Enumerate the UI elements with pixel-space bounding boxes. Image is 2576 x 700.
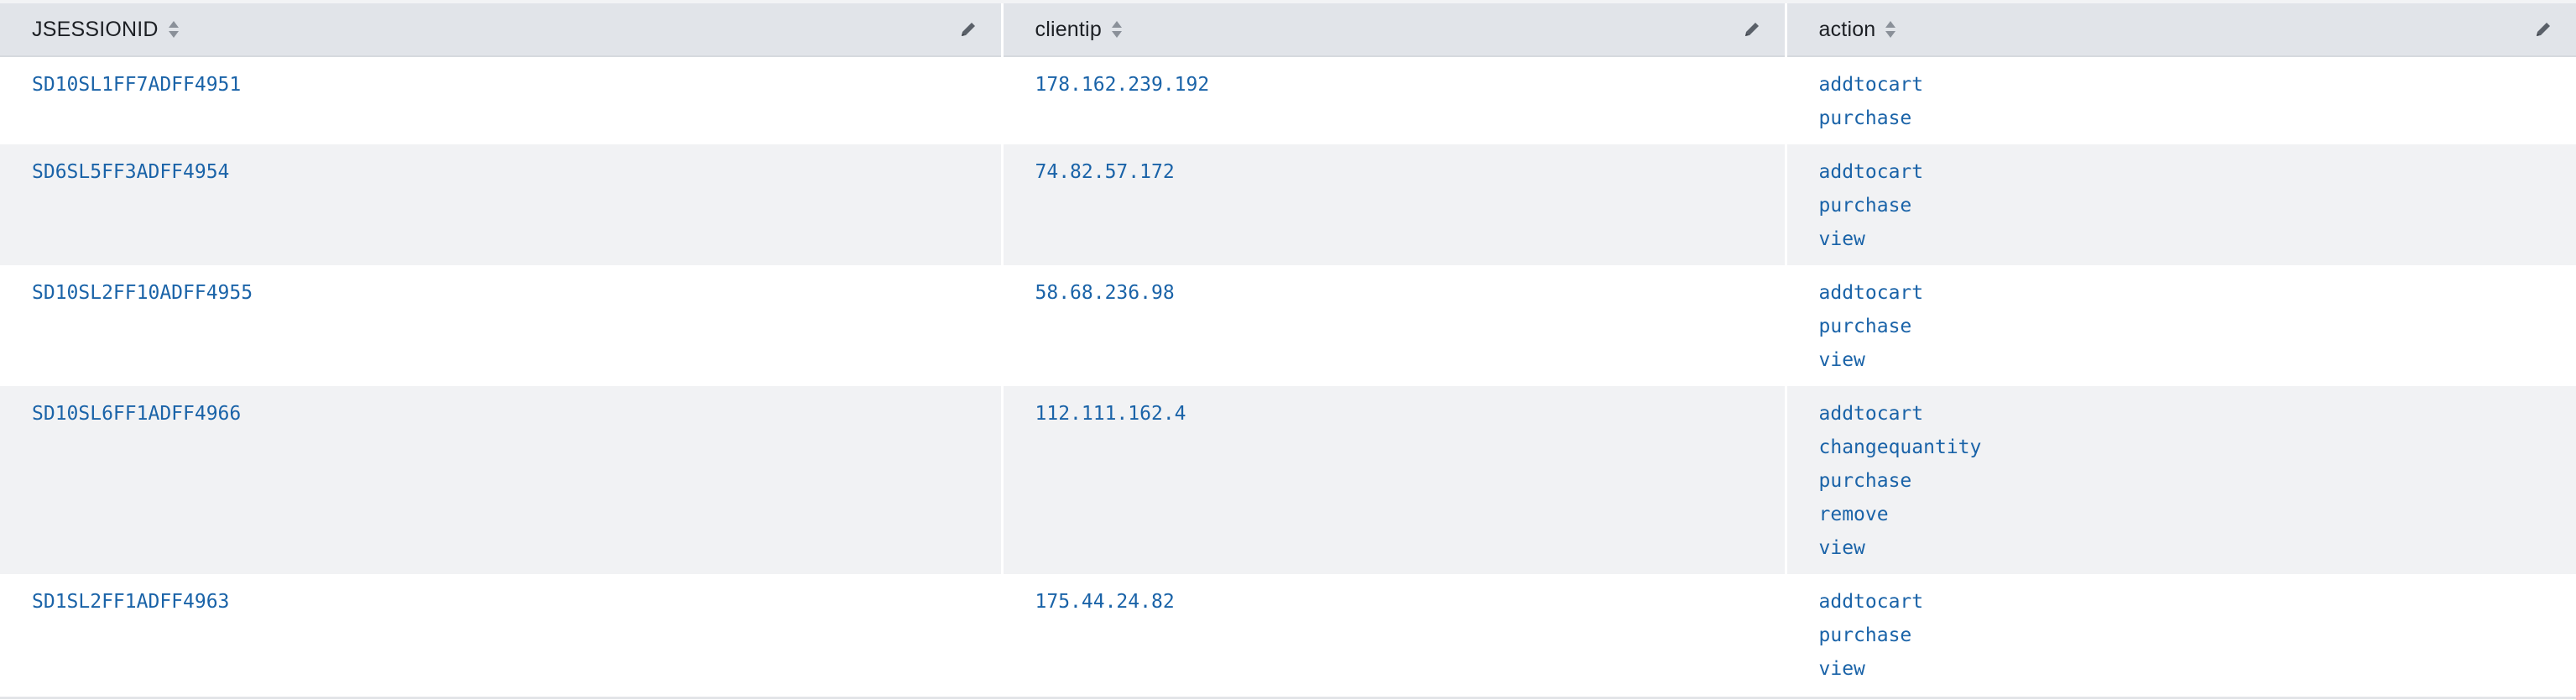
pencil-icon[interactable]: [2534, 20, 2553, 39]
jsessionid-value[interactable]: SD10SL1FF7ADFF4951: [32, 72, 1001, 106]
action-value[interactable]: addtocart: [1819, 280, 2576, 314]
column-header-jsessionid[interactable]: JSESSIONID: [0, 0, 1002, 57]
cell-clientip: 74.82.57.172: [1000, 144, 1786, 265]
jsessionid-value[interactable]: SD6SL5FF3ADFF4954: [32, 159, 1001, 193]
cell-clientip: 178.162.239.192: [1000, 56, 1786, 144]
action-value[interactable]: addtocart: [1819, 72, 2576, 106]
cell-jsessionid: SD1SL2FF1ADFF4963: [0, 574, 1002, 699]
cell-action: addtocart purchase view: [1784, 144, 2576, 265]
cell-action: addtocart changequantity purchase remove…: [1784, 386, 2576, 574]
action-value[interactable]: purchase: [1819, 468, 2576, 502]
cell-action: addtocart purchase view: [1784, 574, 2576, 699]
sort-icon[interactable]: [1884, 19, 1897, 39]
header-row: JSESSIONID clientip action: [0, 0, 2576, 57]
column-header-label: action: [1818, 17, 1876, 41]
action-value[interactable]: changequantity: [1819, 435, 2576, 468]
column-header-action[interactable]: action: [1784, 0, 2576, 57]
cell-jsessionid: SD10SL1FF7ADFF4951: [0, 56, 1002, 144]
cell-clientip: 58.68.236.98: [1000, 265, 1786, 386]
sort-icon[interactable]: [1110, 19, 1124, 39]
table-row: SD6SL5FF3ADFF4954 74.82.57.172 addtocart…: [0, 144, 2576, 265]
clientip-value[interactable]: 74.82.57.172: [1035, 159, 1785, 193]
pencil-icon[interactable]: [959, 20, 978, 39]
column-header-label: JSESSIONID: [32, 17, 159, 41]
action-value[interactable]: remove: [1819, 502, 2576, 535]
jsessionid-value[interactable]: SD1SL2FF1ADFF4963: [32, 589, 1001, 623]
action-value[interactable]: view: [1819, 227, 2576, 260]
clientip-value[interactable]: 58.68.236.98: [1035, 280, 1785, 314]
sort-icon[interactable]: [167, 19, 180, 39]
cell-action: addtocart purchase view: [1784, 265, 2576, 386]
cell-jsessionid: SD6SL5FF3ADFF4954: [0, 144, 1002, 265]
action-value[interactable]: view: [1819, 347, 2576, 381]
results-table-container: JSESSIONID clientip action SD10SL1FF7ADF…: [0, 0, 2576, 700]
jsessionid-value[interactable]: SD10SL2FF10ADFF4955: [32, 280, 1001, 314]
jsessionid-value[interactable]: SD10SL6FF1ADFF4966: [32, 401, 1001, 435]
action-value[interactable]: addtocart: [1819, 159, 2576, 193]
column-header-label: clientip: [1035, 17, 1102, 41]
table-row: SD1SL2FF1ADFF4963 175.44.24.82 addtocart…: [0, 574, 2576, 699]
results-table: JSESSIONID clientip action SD10SL1FF7ADF…: [0, 0, 2576, 699]
table-row: SD10SL2FF10ADFF4955 58.68.236.98 addtoca…: [0, 265, 2576, 386]
cell-jsessionid: SD10SL6FF1ADFF4966: [0, 386, 1002, 574]
column-header-clientip[interactable]: clientip: [1000, 0, 1786, 57]
cell-action: addtocart purchase: [1784, 56, 2576, 144]
action-value[interactable]: purchase: [1819, 314, 2576, 347]
table-row: SD10SL1FF7ADFF4951 178.162.239.192 addto…: [0, 56, 2576, 144]
action-value[interactable]: purchase: [1819, 623, 2576, 656]
action-value[interactable]: addtocart: [1819, 589, 2576, 623]
action-value[interactable]: view: [1819, 656, 2576, 690]
pencil-icon[interactable]: [1743, 20, 1761, 39]
clientip-value[interactable]: 178.162.239.192: [1035, 72, 1785, 106]
clientip-value[interactable]: 175.44.24.82: [1035, 589, 1785, 623]
action-value[interactable]: purchase: [1819, 106, 2576, 139]
cell-jsessionid: SD10SL2FF10ADFF4955: [0, 265, 1002, 386]
cell-clientip: 175.44.24.82: [1000, 574, 1786, 699]
action-value[interactable]: addtocart: [1819, 401, 2576, 435]
action-value[interactable]: view: [1819, 535, 2576, 569]
action-value[interactable]: purchase: [1819, 193, 2576, 227]
clientip-value[interactable]: 112.111.162.4: [1035, 401, 1785, 435]
cell-clientip: 112.111.162.4: [1000, 386, 1786, 574]
table-row: SD10SL6FF1ADFF4966 112.111.162.4 addtoca…: [0, 386, 2576, 574]
